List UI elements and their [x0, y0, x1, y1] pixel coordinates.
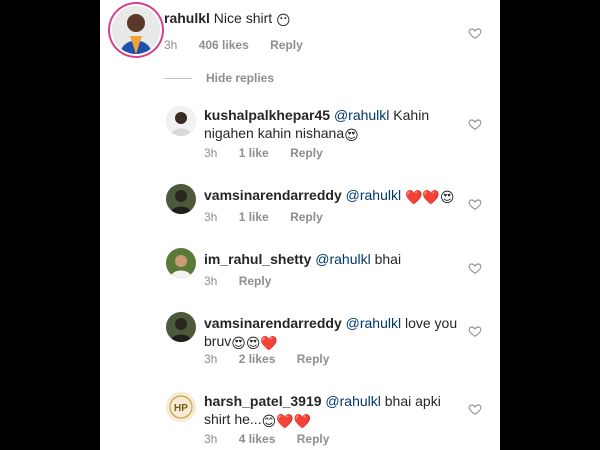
likes-count[interactable]: 1 like [239, 146, 269, 160]
emoji: 😍 [344, 127, 359, 143]
comment-body: bhai [374, 251, 402, 267]
comment-meta: 3h 1 like Reply [204, 146, 341, 160]
avatar[interactable]: HP [166, 392, 196, 422]
comment-text: im_rahul_shetty @rahulkl bhai [204, 250, 401, 268]
comment-main: rahulkl Nice shirt 😶 3h 406 likes Reply [100, 0, 500, 70]
comment-text: harsh_patel_3919 @rahulkl bhai apki shir… [204, 392, 464, 430]
comment-text: vamsinarendarreddy @rahulkl love you bru… [204, 314, 464, 352]
comment-meta: 3h 2 likes Reply [204, 352, 347, 366]
timestamp: 3h [164, 38, 178, 52]
reply-comment: kushalpalkhepar45 @rahulkl Kahin nigahen… [100, 100, 500, 160]
username[interactable]: im_rahul_shetty [204, 251, 311, 267]
reply-comment: vamsinarendarreddy @rahulkl love you bru… [100, 308, 500, 368]
avatar[interactable] [166, 312, 196, 342]
mention[interactable]: @rahulkl [315, 251, 370, 267]
heart-icon[interactable] [468, 117, 482, 131]
reply-comment: im_rahul_shetty @rahulkl bhai 3h Reply [100, 244, 500, 294]
comment-meta: 3h 406 likes Reply [164, 38, 321, 52]
emoji: 😊❤️❤️ [261, 413, 312, 429]
reply-comment: HP harsh_patel_3919 @rahulkl bhai apki s… [100, 386, 500, 450]
mention[interactable]: @rahulkl [334, 107, 389, 123]
avatar[interactable] [166, 248, 196, 278]
username[interactable]: vamsinarendarreddy [204, 187, 342, 203]
heart-icon[interactable] [468, 261, 482, 275]
reply-button[interactable]: Reply [239, 274, 272, 288]
username[interactable]: harsh_patel_3919 [204, 393, 322, 409]
avatar-badge-text: HP [174, 403, 188, 414]
emoji: ❤️❤️😍 [404, 189, 455, 205]
emoji: 😍😍❤️ [231, 335, 278, 351]
hide-replies-label: Hide replies [206, 71, 275, 85]
heart-icon[interactable] [468, 197, 482, 211]
mention[interactable]: @rahulkl [346, 187, 401, 203]
avatar-image [166, 248, 196, 278]
avatar[interactable] [112, 6, 160, 54]
reply-button[interactable]: Reply [290, 210, 323, 224]
reply-comment: vamsinarendarreddy @rahulkl ❤️❤️😍 3h 1 l… [100, 180, 500, 230]
comment-meta: 3h Reply [204, 274, 289, 288]
hide-replies-button[interactable]: Hide replies [164, 70, 274, 86]
heart-icon[interactable] [468, 402, 482, 416]
divider [164, 78, 192, 80]
username[interactable]: rahulkl [164, 10, 210, 26]
avatar-image [166, 312, 196, 342]
likes-count[interactable]: 4 likes [239, 432, 276, 446]
avatar-image [112, 6, 160, 54]
username[interactable]: vamsinarendarreddy [204, 315, 342, 331]
comment-text: kushalpalkhepar45 @rahulkl Kahin nigahen… [204, 106, 474, 144]
mention[interactable]: @rahulkl [346, 315, 401, 331]
avatar-image [166, 184, 196, 214]
timestamp: 3h [204, 146, 218, 160]
timestamp: 3h [204, 352, 218, 366]
avatar-image [166, 106, 196, 136]
mention[interactable]: @rahulkl [325, 393, 380, 409]
timestamp: 3h [204, 210, 218, 224]
comment-text: vamsinarendarreddy @rahulkl ❤️❤️😍 [204, 186, 454, 206]
comment-meta: 3h 1 like Reply [204, 210, 341, 224]
avatar-image: HP [166, 392, 196, 422]
reply-button[interactable]: Reply [270, 38, 303, 52]
timestamp: 3h [204, 432, 218, 446]
comment-body: Nice shirt [213, 10, 273, 26]
likes-count[interactable]: 2 likes [239, 352, 276, 366]
likes-count[interactable]: 406 likes [199, 38, 249, 52]
comments-panel: rahulkl Nice shirt 😶 3h 406 likes Reply … [100, 0, 500, 450]
timestamp: 3h [204, 274, 218, 288]
reply-button[interactable]: Reply [297, 352, 330, 366]
reply-button[interactable]: Reply [297, 432, 330, 446]
comment-text: rahulkl Nice shirt 😶 [164, 9, 291, 29]
comment-meta: 3h 4 likes Reply [204, 432, 347, 446]
avatar[interactable] [166, 184, 196, 214]
avatar[interactable] [166, 106, 196, 136]
heart-icon[interactable] [468, 26, 482, 40]
likes-count[interactable]: 1 like [239, 210, 269, 224]
reply-button[interactable]: Reply [290, 146, 323, 160]
username[interactable]: kushalpalkhepar45 [204, 107, 330, 123]
heart-icon[interactable] [468, 324, 482, 338]
emoji: 😶 [276, 12, 291, 28]
